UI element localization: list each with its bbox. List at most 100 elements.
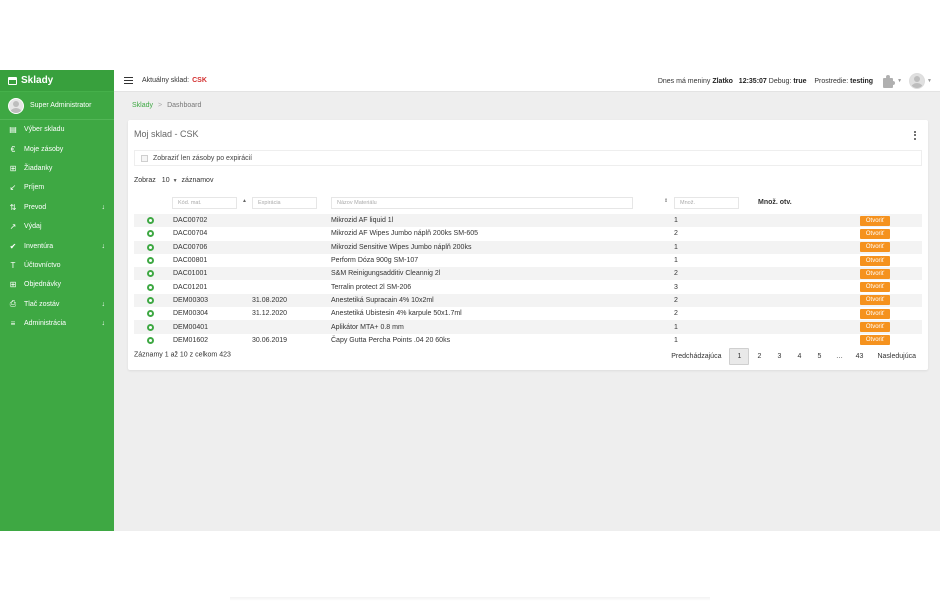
open-button[interactable]: Otvoriť (860, 255, 890, 266)
breadcrumb-link-sklady[interactable]: Sklady (132, 102, 153, 109)
open-button[interactable]: Otvoriť (860, 335, 890, 346)
sidebar-item-tla-zost-v[interactable]: ⎙ Tlač zostáv ↓ (0, 295, 114, 314)
sidebar-item-invent-ra[interactable]: ✔ Inventúra ↓ (0, 236, 114, 255)
env-label: Prostredie: (814, 77, 849, 85)
sidebar-item-label: Výber skladu (24, 126, 65, 134)
open-button[interactable]: Otvoriť (860, 295, 890, 306)
table-row[interactable]: DAC01201 Terralin protect 2l SM-206 3 Otvor… (134, 280, 922, 293)
print-icon: ⎙ (9, 299, 17, 309)
status-icon[interactable] (147, 283, 154, 291)
qty-filter-input[interactable]: Množ. (674, 197, 739, 209)
sidebar-item-v-ber-skladu[interactable]: ▤ Výber skladu (0, 120, 114, 139)
page-button-2[interactable]: 2 (749, 348, 769, 365)
cart-icon: ⊞ (9, 280, 17, 290)
table-row[interactable]: DEM00303 31.08.2020 Anestetiká Supracain 4… (134, 293, 922, 308)
chevron-down-icon[interactable]: ↓ (102, 320, 106, 327)
sidebar-item-prevod[interactable]: ⇅ Prevod ↓ (0, 198, 114, 217)
status-icon[interactable] (147, 336, 154, 344)
debug-label: Debug: (768, 77, 792, 85)
open-button[interactable]: Otvoriť (860, 215, 890, 226)
more-options-icon[interactable] (914, 131, 916, 141)
page-title: Moj sklad - CSK (134, 129, 199, 139)
table-row[interactable]: DAC00702 Mikrozid AF liquid 1l 1 Otvoriť (134, 214, 922, 228)
expiry-filter-checkbox[interactable] (141, 154, 148, 162)
page-button-4[interactable]: 4 (789, 348, 809, 365)
avatar (8, 97, 24, 114)
action-cell: Otvoriť (860, 294, 890, 307)
table-row[interactable]: DAC00706 Mikrozid Sensitive Wipes Jumbo n… (134, 240, 922, 254)
status-icon[interactable] (147, 296, 154, 304)
sidebar-item-label: Objednávky (24, 281, 61, 289)
status-cell (147, 280, 154, 293)
status-icon[interactable] (147, 243, 154, 251)
page-button-43[interactable]: 43 (849, 348, 869, 365)
user-panel[interactable]: Super Administrator (0, 92, 114, 120)
sidebar-item--tovn-ctvo[interactable]: T Účtovníctvo (0, 256, 114, 275)
sidebar-item-label: Inventúra (24, 242, 54, 250)
action-cell: Otvoriť (860, 267, 890, 280)
table-row[interactable]: DEM00401 Aplikátor MTA+ 0.8 mm 1 Otvoriť (134, 320, 922, 334)
current-warehouse-label: Aktuálny sklad: (142, 77, 190, 84)
code-filter-input[interactable]: Kód. mat. (172, 197, 237, 209)
sort-icon[interactable]: ⇕ (664, 198, 668, 204)
status-icon[interactable] (147, 270, 154, 278)
sidebar-item-objedn-vky[interactable]: ⊞ Objednávky (0, 275, 114, 294)
action-cell: Otvoriť (860, 241, 890, 254)
name-filter-input[interactable]: Názov Materiálu (331, 197, 633, 209)
sidebar-item-label: Výdaj (24, 223, 42, 231)
open-button[interactable]: Otvoriť (860, 242, 890, 253)
menu-icon[interactable] (124, 75, 133, 85)
page-button-5[interactable]: 5 (809, 348, 829, 365)
expiry-filter-input[interactable]: Expirácia (252, 197, 317, 209)
page-button-3[interactable]: 3 (769, 348, 789, 365)
sidebar-item-v-daj[interactable]: ↗ Výdaj (0, 217, 114, 236)
page-size-select[interactable]: 10 ▼ (162, 177, 178, 184)
cell-qty: 2 (674, 296, 678, 304)
table-body: DAC00702 Mikrozid AF liquid 1l 1 Otvoriť DAC… (134, 214, 922, 347)
prev-page-button[interactable]: Predchádzajúca (665, 348, 727, 365)
open-button[interactable]: Otvoriť (860, 228, 890, 239)
cell-code: DEM00303 (173, 296, 209, 304)
chevron-down-icon[interactable]: ▼ (897, 78, 902, 84)
expiry-filter[interactable]: Zobraziť len zásoby po expirácií (134, 150, 922, 166)
cell-qty: 1 (674, 336, 678, 344)
sort-asc-icon[interactable]: ▲ (242, 198, 247, 204)
status-icon[interactable] (147, 257, 154, 265)
cell-name: S&M Reinigungsadditiv Cleannig 2l (331, 270, 441, 278)
page-button-1[interactable]: 1 (729, 348, 750, 365)
brand[interactable]: Sklady (0, 70, 114, 92)
status-icon[interactable] (147, 310, 154, 318)
arrow-in-icon: ↙ (9, 183, 17, 193)
divider (230, 597, 710, 601)
table-row[interactable]: DEM00304 31.12.2020 Anestetiká Ubistesin 4… (134, 307, 922, 320)
open-button[interactable]: Otvoriť (860, 282, 890, 293)
stock-card: Moj sklad - CSK Zobraziť len zásoby po e… (128, 120, 928, 370)
chevron-down-icon[interactable]: ↓ (102, 243, 106, 250)
sidebar-item-moje-z-soby[interactable]: € Moje zásoby (0, 139, 114, 158)
puzzle-icon[interactable] (881, 74, 896, 88)
breadcrumb-current: Dashboard (167, 102, 202, 109)
table-row[interactable]: DAC00801 Perform Dóza 900g SM-107 1 Otvoriť (134, 254, 922, 267)
warehouse-icon (8, 76, 17, 85)
sidebar-item-administr-cia[interactable]: ≡ Administrácia ↓ (0, 314, 114, 333)
chevron-down-icon[interactable]: ↓ (102, 301, 106, 308)
table-row[interactable]: DEM01602 30.06.2019 Čapy Gutta Percha Poin… (134, 334, 922, 347)
sidebar-item--iadanky[interactable]: ⊞ Žiadanky (0, 159, 114, 178)
status-icon[interactable] (147, 230, 154, 238)
sidebar-item-pr-jem[interactable]: ↙ Príjem (0, 178, 114, 197)
status-icon[interactable] (147, 217, 154, 225)
table-row[interactable]: DAC01001 S&M Reinigungsadditiv Cleannig 2… (134, 267, 922, 281)
nameday-value: Zlatko (712, 77, 733, 85)
sidebar-item-label: Moje zásoby (24, 145, 64, 153)
open-button[interactable]: Otvoriť (860, 308, 890, 319)
open-button[interactable]: Otvoriť (860, 322, 890, 333)
chevron-down-icon[interactable]: ▼ (927, 78, 932, 84)
table-row[interactable]: DAC00704 Mikrozid AF Wipes Jumbo náplň 20… (134, 227, 922, 240)
next-page-button[interactable]: Nasledujúca (871, 348, 922, 365)
avatar[interactable] (909, 73, 926, 89)
debug-value: true (793, 77, 807, 85)
open-button[interactable]: Otvoriť (860, 268, 890, 279)
chevron-down-icon[interactable]: ↓ (102, 204, 106, 211)
status-icon[interactable] (147, 323, 154, 331)
pagination-ellipsis: … (835, 353, 843, 360)
